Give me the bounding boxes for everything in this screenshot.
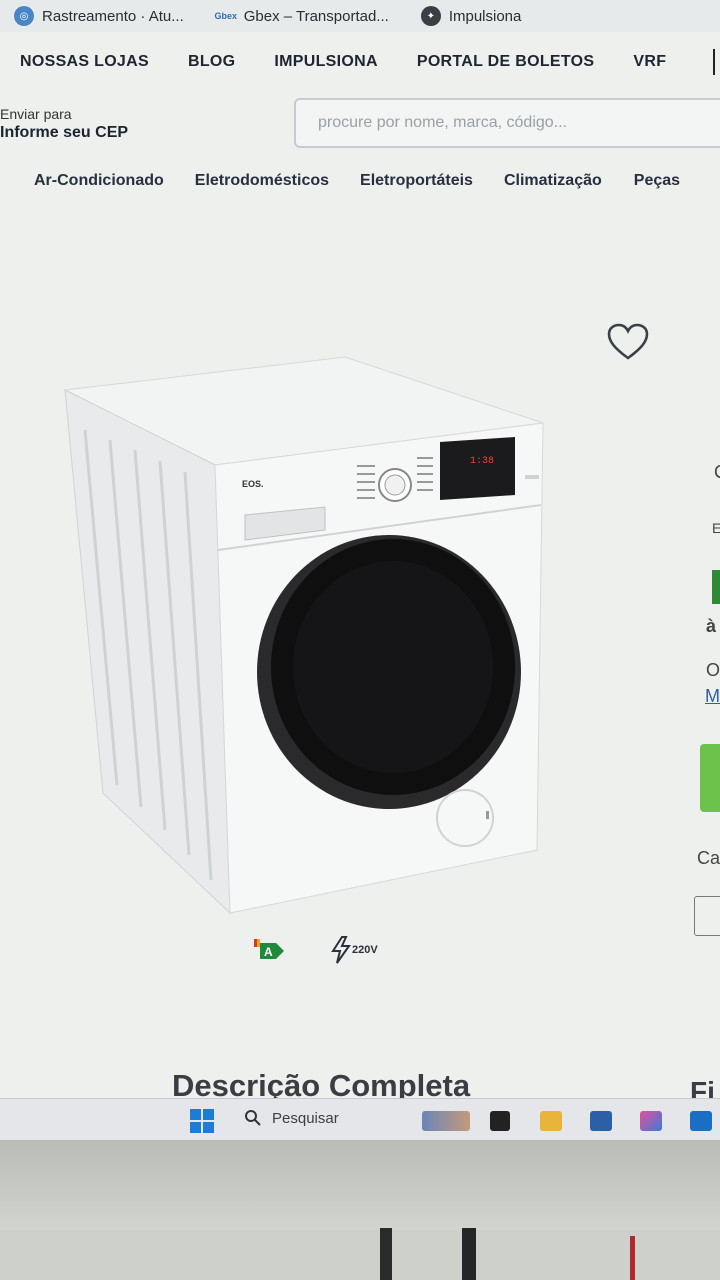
nav-divider xyxy=(713,49,716,75)
taskbar-search[interactable]: Pesquisar xyxy=(244,1109,339,1127)
right-panel-text: à xyxy=(706,616,717,636)
gbex-icon: Gbex xyxy=(214,11,237,21)
top-navigation: NOSSAS LOJAS BLOG IMPULSIONA PORTAL DE B… xyxy=(0,40,720,84)
category-climatizacao[interactable]: Climatização xyxy=(504,172,602,190)
app-icon[interactable] xyxy=(640,1111,662,1131)
nav-blog[interactable]: BLOG xyxy=(188,53,235,71)
cep-selector[interactable]: Enviar para Informe seu CEP xyxy=(0,106,128,142)
lightning-icon xyxy=(331,936,351,964)
right-panel-input[interactable] xyxy=(694,896,720,936)
nav-nossas-lojas[interactable]: NOSSAS LOJAS xyxy=(20,53,149,71)
voltage-badge: 220V xyxy=(330,936,378,964)
outlook-icon[interactable] xyxy=(690,1111,712,1131)
impulsiona-icon: ✦ xyxy=(420,6,441,26)
brand-label: EOS. xyxy=(242,479,264,489)
voltage-label: 220V xyxy=(352,944,378,956)
right-panel-text: Ca xyxy=(697,848,720,868)
buy-button[interactable] xyxy=(700,744,720,812)
store-icon[interactable] xyxy=(590,1111,612,1131)
bookmark-label: Impulsiona xyxy=(448,7,522,25)
category-eletroportateis[interactable]: Eletroportáteis xyxy=(360,172,473,190)
task-view-icon[interactable] xyxy=(490,1111,510,1131)
nav-portal-boletos[interactable]: PORTAL DE BOLETOS xyxy=(417,53,595,71)
taskbar-search-label: Pesquisar xyxy=(272,1109,339,1127)
cable xyxy=(630,1236,635,1280)
product-badges: A 220V xyxy=(250,935,378,965)
cep-value: Informe seu CEP xyxy=(0,124,129,141)
right-panel-badge xyxy=(712,570,720,604)
screen: ◎ Rastreamento · Atu... Gbex Gbex – Tran… xyxy=(0,0,720,1140)
bookmark-impulsiona[interactable]: ✦ Impulsiona xyxy=(420,6,522,26)
category-eletrodomesticos[interactable]: Eletrodomésticos xyxy=(195,172,329,190)
favorite-heart-icon[interactable] xyxy=(606,322,650,362)
monitor-stand xyxy=(380,1228,392,1280)
search-icon xyxy=(245,1110,261,1126)
cep-label: Enviar para xyxy=(0,106,72,122)
monitor-bezel xyxy=(0,1140,720,1230)
monitor: ◎ Rastreamento · Atu... Gbex Gbex – Tran… xyxy=(0,0,720,1280)
windows-start-icon[interactable] xyxy=(190,1109,214,1133)
right-panel-text: E xyxy=(712,520,720,536)
windows-taskbar: Pesquisar xyxy=(0,1098,720,1140)
energy-class: A xyxy=(264,945,273,959)
file-explorer-icon[interactable] xyxy=(540,1111,562,1131)
right-panel-link[interactable]: M xyxy=(705,686,720,707)
right-panel-text: C xyxy=(714,462,720,483)
bookmark-label: Gbex – Transportad... xyxy=(243,7,389,25)
bookmarks-bar: ◎ Rastreamento · Atu... Gbex Gbex – Tran… xyxy=(0,0,720,32)
category-ar-condicionado[interactable]: Ar-Condicionado xyxy=(34,172,164,190)
bookmark-label: Rastreamento · Atu... xyxy=(42,7,184,25)
search-box xyxy=(294,98,720,148)
widgets-icon[interactable] xyxy=(422,1111,470,1131)
product-image-washing-machine[interactable]: EOS. 1:38 xyxy=(55,345,555,925)
nav-vrf[interactable]: VRF xyxy=(633,53,666,71)
energy-rating-icon: A xyxy=(254,939,284,959)
category-pecas[interactable]: Peças xyxy=(634,172,680,190)
display-readout: 1:38 xyxy=(470,456,494,467)
bookmark-rastreamento[interactable]: ◎ Rastreamento · Atu... xyxy=(14,6,184,26)
tracking-icon: ◎ xyxy=(14,6,34,26)
category-navigation: Ar-Condicionado Eletrodomésticos Eletrop… xyxy=(0,166,720,196)
nav-impulsiona[interactable]: IMPULSIONA xyxy=(274,53,377,71)
right-panel-text: O xyxy=(706,660,720,680)
bookmark-gbex[interactable]: Gbex Gbex – Transportad... xyxy=(214,7,389,25)
monitor-stand xyxy=(462,1228,476,1280)
search-input[interactable] xyxy=(296,100,720,146)
